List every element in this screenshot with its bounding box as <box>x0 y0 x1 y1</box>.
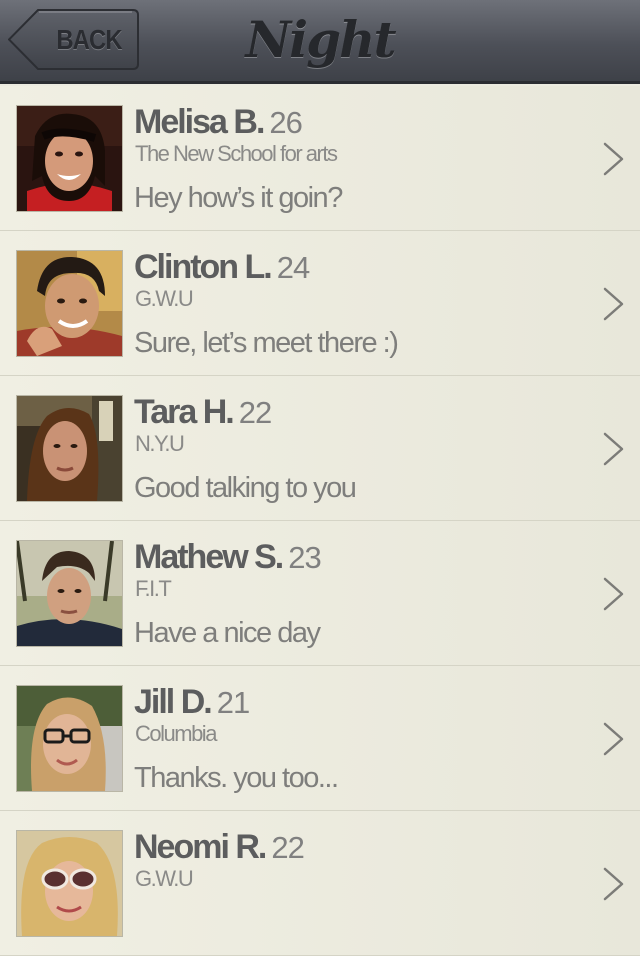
chevron-right-icon <box>603 722 624 756</box>
chevron-right-icon <box>603 432 624 466</box>
contact-age: 22 <box>271 830 304 865</box>
contact-school: G.W.U <box>135 286 194 311</box>
contact-age: 22 <box>238 395 272 430</box>
list-item[interactable]: Tara H. 22 N.Y.U Good talking to you <box>0 376 640 521</box>
contact-school: F.I.T <box>135 576 172 601</box>
list-item[interactable]: Clinton L. 24 G.W.U Sure, let’s meet ther… <box>0 231 640 376</box>
contact-name-line: Clinton L. 24 <box>134 245 310 289</box>
avatar <box>16 105 123 212</box>
contact-name: Mathew S. <box>134 538 284 576</box>
contact-age: 23 <box>288 540 321 575</box>
conversation-list: Melisa B. 26 The New School for arts Hey … <box>0 86 640 956</box>
contact-name: Neomi R. <box>134 828 267 866</box>
avatar <box>16 395 123 502</box>
contact-name-line: Melisa B. 26 <box>134 100 303 144</box>
contact-age: 21 <box>216 685 250 720</box>
contact-name: Jill D. <box>134 683 213 721</box>
contact-name-line: Neomi R. 22 <box>134 825 305 869</box>
chevron-right-icon <box>603 867 624 901</box>
contact-school: Columbia <box>135 721 217 746</box>
chevron-right-icon <box>603 142 624 176</box>
back-button[interactable]: BACK <box>8 9 139 70</box>
list-item[interactable]: Neomi R. 22 G.W.U <box>0 811 640 956</box>
contact-school: N.Y.U <box>135 431 185 456</box>
last-message: Hey how’s it goin? <box>134 182 343 214</box>
chevron-right-icon <box>603 287 624 321</box>
navigation-bar: BACK Night Out <box>0 0 640 141</box>
woman-smiling-photo-icon <box>17 106 122 211</box>
woman-sunglasses-photo-icon <box>17 831 122 936</box>
list-item[interactable]: Jill D. 21 Columbia Thanks. you too... <box>0 666 640 811</box>
woman-portrait-photo-icon <box>17 396 122 501</box>
contact-name: Tara H. <box>134 393 235 431</box>
contact-name-line: Mathew S. 23 <box>134 535 322 579</box>
contact-school: G.W.U <box>135 866 194 891</box>
man-outdoor-photo-icon <box>17 541 122 646</box>
chevron-right-icon <box>603 577 624 611</box>
back-button-label: BACK <box>56 24 122 55</box>
avatar <box>16 250 123 357</box>
contact-name: Melisa B. <box>134 103 265 141</box>
last-message: Sure, let’s meet there :) <box>134 327 399 359</box>
avatar <box>16 540 123 647</box>
last-message: Thanks. you too... <box>134 762 339 794</box>
contact-name-line: Tara H. 22 <box>134 390 272 434</box>
list-item[interactable]: Melisa B. 26 The New School for arts Hey … <box>0 86 640 231</box>
contact-name-line: Jill D. 21 <box>134 680 250 724</box>
list-item[interactable]: Mathew S. 23 F.I.T Have a nice day <box>0 521 640 666</box>
contact-name: Clinton L. <box>134 248 273 286</box>
woman-glasses-photo-icon <box>17 686 122 791</box>
last-message: Good talking to you <box>134 472 357 504</box>
avatar <box>16 685 123 792</box>
last-message: Have a nice day <box>134 617 321 649</box>
man-smiling-photo-icon <box>17 251 122 356</box>
contact-age: 26 <box>269 105 302 140</box>
contact-school: The New School for arts <box>135 141 338 166</box>
avatar <box>16 830 123 937</box>
page-title: Night Out <box>245 10 396 141</box>
contact-age: 24 <box>276 250 310 285</box>
